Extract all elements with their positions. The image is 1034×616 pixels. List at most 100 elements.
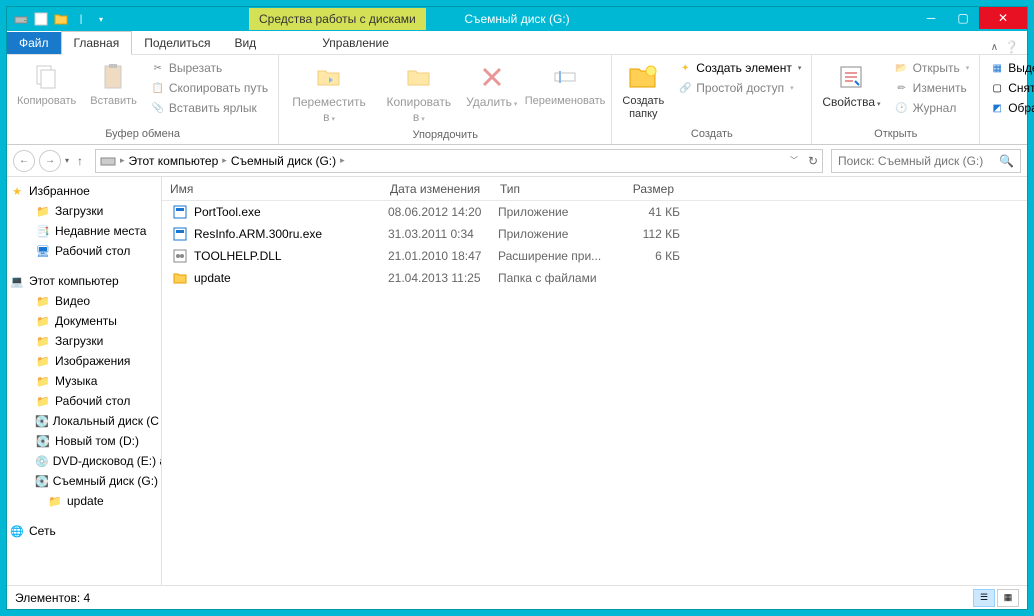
column-name[interactable]: Имя xyxy=(162,182,382,196)
easy-access-button[interactable]: 🔗Простой доступ▾ xyxy=(674,79,805,97)
select-none-icon: ▢ xyxy=(990,81,1004,95)
navpane-this-pc[interactable]: 💻Этот компьютер xyxy=(7,271,161,291)
ribbon-group-select: ▦Выделить все ▢Снять выделение ◩Обратить… xyxy=(980,55,1034,144)
paste-button[interactable]: Вставить xyxy=(86,59,141,110)
close-button[interactable]: ✕ xyxy=(979,7,1027,29)
copy-to-button[interactable]: Копировать в▾ xyxy=(379,59,459,127)
file-icon xyxy=(172,271,188,285)
new-folder-icon xyxy=(627,61,659,93)
breadcrumb-drive[interactable]: Съемный диск (G:) xyxy=(231,154,336,168)
copy-path-button[interactable]: 📋Скопировать путь xyxy=(147,79,272,97)
view-icons-button[interactable]: ▦ xyxy=(997,589,1019,607)
file-row[interactable]: ResInfo.ARM.300ru.exe31.03.2011 0:34Прил… xyxy=(162,223,1027,245)
navpane-local-c[interactable]: 💽Локальный диск (C xyxy=(7,411,161,431)
help-icon[interactable]: ❔ xyxy=(1004,40,1019,54)
select-all-button[interactable]: ▦Выделить все xyxy=(986,59,1034,77)
chevron-icon[interactable]: ▸ xyxy=(222,155,227,166)
history-button[interactable]: 🕑Журнал xyxy=(891,99,974,117)
search-input[interactable] xyxy=(838,154,999,168)
recent-dropdown-icon[interactable]: ▾ xyxy=(65,156,69,165)
shortcut-icon: 📎 xyxy=(151,101,165,115)
file-row[interactable]: PortTool.exe08.06.2012 14:20Приложение41… xyxy=(162,201,1027,223)
breadcrumb[interactable]: ▸ Этот компьютер ▸ Съемный диск (G:) ▸ ﹀… xyxy=(95,149,823,173)
body-area: ★Избранное 📁Загрузки 📑Недавние места 🖥Ра… xyxy=(7,177,1027,585)
breadcrumb-dropdown-icon[interactable]: ﹀ xyxy=(790,155,798,166)
open-button[interactable]: 📂Открыть▾ xyxy=(891,59,974,77)
forward-button[interactable]: → xyxy=(39,150,61,172)
new-item-button[interactable]: ✦Создать элемент▾ xyxy=(674,59,805,77)
paste-shortcut-button[interactable]: 📎Вставить ярлык xyxy=(147,99,272,117)
view-details-button[interactable]: ☰ xyxy=(973,589,995,607)
copy-label: Копировать xyxy=(17,95,76,108)
minimize-button[interactable]: ─ xyxy=(915,7,947,29)
tab-manage[interactable]: Управление xyxy=(310,32,401,54)
chevron-icon[interactable]: ▸ xyxy=(340,155,345,166)
breadcrumb-this-pc[interactable]: Этот компьютер xyxy=(129,154,219,168)
qat-dropdown-icon[interactable]: ▾ xyxy=(93,11,109,27)
file-type: Папка с файлами xyxy=(498,271,608,285)
file-size: 6 КБ xyxy=(608,249,680,263)
navpane-downloads[interactable]: 📁Загрузки xyxy=(7,201,161,221)
file-row[interactable]: update21.04.2013 11:25Папка с файлами xyxy=(162,267,1027,289)
up-button[interactable]: ↑ xyxy=(73,154,87,168)
navpane-downloads2[interactable]: 📁Загрузки xyxy=(7,331,161,351)
navpane-pictures[interactable]: 📁Изображения xyxy=(7,351,161,371)
ribbon-tabstrip: Файл Главная Поделиться Вид Управление ∧… xyxy=(7,31,1027,55)
navpane-recent[interactable]: 📑Недавние места xyxy=(7,221,161,241)
search-box[interactable]: 🔍 xyxy=(831,149,1021,173)
column-date[interactable]: Дата изменения xyxy=(382,182,492,196)
delete-button[interactable]: Удалить▾ xyxy=(465,59,519,112)
file-date: 31.03.2011 0:34 xyxy=(388,227,498,241)
maximize-button[interactable]: ▢ xyxy=(947,7,979,29)
refresh-button[interactable]: ↻ xyxy=(802,154,818,168)
navpane-videos[interactable]: 📁Видео xyxy=(7,291,161,311)
tab-home[interactable]: Главная xyxy=(61,31,133,55)
navpane-network[interactable]: 🌐Сеть xyxy=(7,521,161,541)
desktop-icon: 🖥 xyxy=(35,243,51,259)
collapse-ribbon-icon[interactable]: ∧ xyxy=(991,42,998,53)
folder-icon: 📁 xyxy=(35,203,51,219)
search-icon[interactable]: 🔍 xyxy=(999,154,1014,168)
paste-icon xyxy=(98,61,130,93)
column-size[interactable]: Размер xyxy=(602,182,682,196)
navpane-desktop[interactable]: 🖥Рабочий стол xyxy=(7,241,161,261)
file-row[interactable]: TOOLHELP.DLL21.01.2010 18:47Расширение п… xyxy=(162,245,1027,267)
navpane-documents[interactable]: 📁Документы xyxy=(7,311,161,331)
invert-selection-button[interactable]: ◩Обратить выделение xyxy=(986,99,1034,117)
folder-icon: 📁 xyxy=(35,333,51,349)
navpane-music[interactable]: 📁Музыка xyxy=(7,371,161,391)
cut-icon: ✂ xyxy=(151,61,165,75)
move-to-button[interactable]: Переместить в▾ xyxy=(285,59,373,127)
organize-group-label: Упорядочить xyxy=(285,127,605,141)
chevron-icon[interactable]: ▸ xyxy=(120,155,125,166)
navpane-volume-d[interactable]: 💽Новый том (D:) xyxy=(7,431,161,451)
ribbon-group-organize: Переместить в▾ Копировать в▾ Удалить▾ Пе… xyxy=(279,55,612,144)
copy-button[interactable]: Копировать xyxy=(13,59,80,110)
pc-icon: 💻 xyxy=(9,273,25,289)
copy-icon xyxy=(31,61,63,93)
folder-qat-icon xyxy=(53,11,69,27)
properties-button[interactable]: Свойства▾ xyxy=(818,59,884,112)
navpane-desktop2[interactable]: 📁Рабочий стол xyxy=(7,391,161,411)
column-type[interactable]: Тип xyxy=(492,182,602,196)
new-folder-button[interactable]: Создать папку xyxy=(618,59,668,123)
file-date: 21.01.2010 18:47 xyxy=(388,249,498,263)
navpane-favorites[interactable]: ★Избранное xyxy=(7,181,161,201)
tab-share[interactable]: Поделиться xyxy=(132,32,222,54)
cut-button[interactable]: ✂Вырезать xyxy=(147,59,272,77)
properties-label: Свойства▾ xyxy=(822,95,880,110)
network-icon: 🌐 xyxy=(9,523,25,539)
file-size: 41 КБ xyxy=(608,205,680,219)
navpane-update[interactable]: 📁update xyxy=(7,491,161,511)
new-group-label: Создать xyxy=(618,126,805,140)
navpane-dvd-e[interactable]: 💿DVD-дисковод (E:) a xyxy=(7,451,161,471)
rename-button[interactable]: Переименовать xyxy=(525,59,605,110)
tab-view[interactable]: Вид xyxy=(222,32,268,54)
tab-file[interactable]: Файл xyxy=(7,32,61,54)
context-tab-label: Средства работы с дисками xyxy=(249,8,426,30)
edit-button[interactable]: ✏Изменить xyxy=(891,79,974,97)
back-button[interactable]: ← xyxy=(13,150,35,172)
navpane-removable-g[interactable]: 💽Съемный диск (G:) xyxy=(7,471,161,491)
select-none-button[interactable]: ▢Снять выделение xyxy=(986,79,1034,97)
edit-icon: ✏ xyxy=(895,81,909,95)
